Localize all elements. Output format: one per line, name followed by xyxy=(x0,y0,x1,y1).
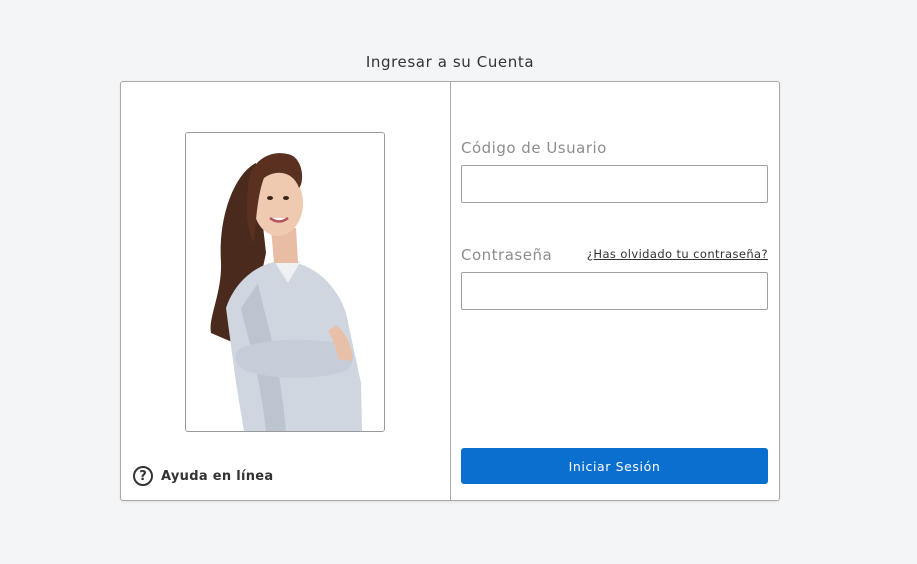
password-label: Contraseña xyxy=(461,246,553,264)
login-button[interactable]: Iniciar Sesión xyxy=(461,448,768,484)
login-card: ? Ayuda en línea Código de Usuario Contr… xyxy=(120,81,780,501)
online-help-label: Ayuda en línea xyxy=(161,468,274,484)
username-label: Código de Usuario xyxy=(461,139,607,157)
user-photo xyxy=(185,132,385,432)
login-form: Código de Usuario Contraseña ¿Has olvida… xyxy=(461,82,768,500)
online-help-link[interactable]: ? Ayuda en línea xyxy=(133,466,274,486)
username-input[interactable] xyxy=(461,165,768,203)
panel-divider xyxy=(450,82,451,500)
page-title: Ingresar a su Cuenta xyxy=(365,53,535,71)
password-input[interactable] xyxy=(461,272,768,310)
question-circle-icon: ? xyxy=(133,466,153,486)
forgot-password-link[interactable]: ¿Has olvidado tu contraseña? xyxy=(587,247,768,261)
woman-portrait-image xyxy=(186,133,384,431)
